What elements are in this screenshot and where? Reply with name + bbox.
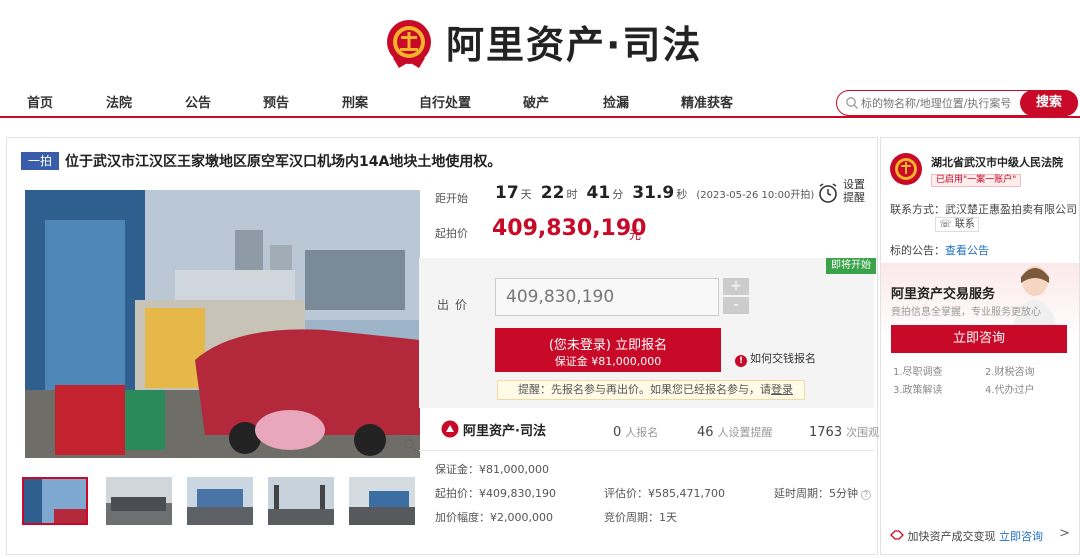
- set-reminder-button[interactable]: 设置提醒: [817, 176, 871, 208]
- detail-increment: 加价幅度：¥2,000,000: [435, 511, 553, 524]
- court-emblem-icon: [890, 153, 922, 185]
- ali-assets-logo-icon: [441, 420, 459, 438]
- countdown-minutes: 41: [586, 183, 611, 203]
- signup-count: 0 人报名: [613, 425, 659, 440]
- info-icon: !: [735, 355, 747, 367]
- search-box: 搜索: [836, 90, 1078, 116]
- footer-consult-link[interactable]: 立即咨询: [999, 530, 1043, 543]
- service-item-policy[interactable]: 3.政策解读: [893, 381, 943, 396]
- search-icon: [846, 97, 858, 109]
- service-subtitle: 竟拍信息全掌握，专业服务更放心: [891, 307, 1041, 318]
- reminder-count: 46 人设置提醒: [697, 425, 773, 440]
- footer-promo-text: 加快资产成交变现: [907, 530, 996, 543]
- start-price-label: 起拍价: [435, 227, 468, 240]
- zoom-icon[interactable]: [403, 438, 417, 452]
- countdown-seconds: 31.9: [632, 183, 675, 203]
- search-button[interactable]: 搜索: [1020, 90, 1078, 116]
- detail-start-price: 起拍价：¥409,830,190: [435, 487, 556, 500]
- alarm-clock-icon: [819, 183, 837, 203]
- court-emblem-logo: [387, 20, 431, 68]
- bid-amount-input[interactable]: 409,830,190: [495, 278, 719, 316]
- bid-label: 出价: [437, 298, 474, 312]
- thumbnail-1[interactable]: [22, 477, 88, 525]
- consult-now-button[interactable]: 立即咨询: [891, 325, 1067, 353]
- login-link[interactable]: 登录: [771, 383, 793, 396]
- reminder-text: 提醒：先报名参与再出价。如果您已经报名参与，请: [518, 383, 771, 396]
- bid-decrease-button[interactable]: -: [723, 297, 749, 314]
- service-item-transfer[interactable]: 4.代办过户: [985, 381, 1035, 396]
- register-main-label: (您未登录) 立即报名: [548, 338, 668, 353]
- auction-info-panel: 距开始 17 天 22 时 41 分 31.9 秒 (2023-05-26 10:00开…: [419, 168, 879, 553]
- nav-item-self-disposal[interactable]: 自行处置: [419, 92, 471, 111]
- help-icon[interactable]: ?: [861, 490, 871, 500]
- login-reminder-note: 提醒：先报名参与再出价。如果您已经报名参与，请登录: [497, 380, 805, 400]
- service-title: 阿里资产交易服务: [891, 287, 996, 302]
- register-deposit-label: 保证金 ¥81,000,000: [554, 355, 662, 368]
- service-agent-avatar: [1013, 266, 1057, 329]
- chevron-right-icon[interactable]: >: [1059, 526, 1070, 541]
- stats-row: 阿里资产·司法 0 人报名 46 人设置提醒 1763 次围观: [419, 412, 879, 448]
- nav-item-bankruptcy[interactable]: 破产: [523, 92, 549, 111]
- nav-item-criminal[interactable]: 刑案: [342, 92, 368, 111]
- sidebar: 湖北省武汉市中级人民法院 已启用"一案一账户" 联系方式：武汉楚正惠盈拍卖有限公…: [880, 137, 1080, 555]
- nav-item-notices[interactable]: 公告: [185, 92, 211, 111]
- start-price: 409,830,190: [492, 216, 647, 241]
- contact-button[interactable]: ☏ 联系: [935, 217, 979, 232]
- start-price-unit: 元: [629, 228, 642, 242]
- bid-increase-button[interactable]: +: [723, 278, 749, 295]
- announcement-label: 标的公告：: [890, 244, 945, 257]
- detail-deposit: 保证金：¥81,000,000: [435, 463, 549, 476]
- countdown-seconds-unit: 秒: [676, 188, 688, 201]
- nav-item-precise-leads[interactable]: 精准获客: [681, 92, 733, 111]
- court-account-tag: 已启用"一案一账户": [931, 174, 1022, 187]
- view-count: 1763 次围观: [809, 425, 880, 440]
- countdown-minutes-unit: 分: [612, 188, 624, 201]
- thumbnail-3[interactable]: [187, 477, 253, 525]
- site-header: 阿里资产·司法: [0, 0, 1080, 88]
- view-announcement-link[interactable]: 查看公告: [945, 244, 989, 257]
- how-to-pay-label: 如何交钱报名: [750, 352, 816, 365]
- countdown-label: 距开始: [435, 192, 468, 205]
- countdown-days-unit: 天: [520, 188, 532, 201]
- starting-soon-badge: 即将开始: [826, 258, 876, 274]
- set-reminder-label: 设置提醒: [843, 178, 865, 204]
- nav-item-bargain[interactable]: 捡漏: [603, 92, 629, 111]
- round-badge: 一拍: [21, 152, 59, 170]
- main-photo[interactable]: [25, 190, 420, 458]
- countdown-hours: 22: [540, 183, 565, 203]
- detail-appraisal: 评估价：¥585,471,700: [604, 487, 725, 500]
- bid-area: 即将开始 出价 409,830,190 + - (您未登录) 立即报名 保证金 …: [419, 258, 876, 408]
- stats-brand: 阿里资产·司法: [463, 424, 546, 439]
- thumbnail-2[interactable]: [106, 477, 172, 525]
- thumbnail-4[interactable]: [268, 477, 334, 525]
- contact-info: 联系方式：武汉楚正惠盈拍卖有限公司: [890, 203, 1077, 216]
- footer-promo: 加快资产成交变现 立即咨询: [890, 528, 1043, 544]
- detail-delay: 延时周期：5分钟?: [774, 485, 871, 501]
- countdown-days: 17: [495, 183, 519, 203]
- announcement-row: 标的公告：查看公告: [890, 242, 989, 258]
- service-item-tax-consult[interactable]: 2.财税咨询: [985, 363, 1035, 378]
- thumbnail-5[interactable]: [349, 477, 415, 525]
- how-to-pay-link[interactable]: ! 如何交钱报名: [735, 350, 816, 367]
- service-promo: 阿里资产交易服务 竟拍信息全掌握，专业服务更放心 立即咨询 1.尽职调查 2.财…: [881, 263, 1079, 398]
- register-now-button[interactable]: (您未登录) 立即报名 保证金 ¥81,000,000: [495, 328, 721, 372]
- countdown-hours-unit: 时: [566, 188, 578, 201]
- court-name[interactable]: 湖北省武汉市中级人民法院: [931, 154, 1063, 170]
- nav-item-courts[interactable]: 法院: [106, 92, 132, 111]
- handshake-icon: [890, 530, 904, 540]
- brand-title: 阿里资产·司法: [446, 23, 703, 67]
- auction-card: 一拍 位于武汉市江汉区王家墩地区原空军汉口机场内14A地块土地使用权。 距开始 …: [6, 137, 879, 555]
- nav-item-preview[interactable]: 预告: [263, 92, 289, 111]
- nav-item-home[interactable]: 首页: [27, 92, 53, 111]
- start-time: (2023-05-26 10:00开拍): [696, 190, 815, 201]
- service-item-due-diligence[interactable]: 1.尽职调查: [893, 363, 943, 378]
- search-input[interactable]: [861, 94, 1021, 112]
- detail-cycle: 竞价周期：1天: [604, 511, 677, 524]
- photo-illustration: [25, 190, 420, 458]
- countdown: 17 天 22 时 41 分 31.9 秒 (2023-05-26 10:00开拍): [495, 183, 814, 203]
- auction-details: 保证金：¥81,000,000 起拍价：¥409,830,190 评估价：¥58…: [419, 450, 874, 550]
